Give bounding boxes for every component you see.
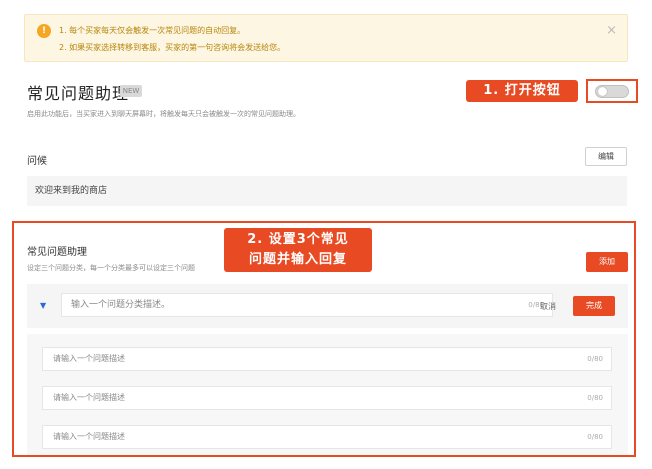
question-input[interactable]: 请输入一个问题描述 0/80 xyxy=(42,425,612,449)
notice-banner: ! 1. 每个买家每天仅会触发一次常见问题的自动回复。 2. 如果买家选择转移到… xyxy=(24,14,628,62)
question-char-count: 0/80 xyxy=(587,394,603,402)
question-input[interactable]: 请输入一个问题描述 0/80 xyxy=(42,386,612,410)
section-title: 常见问题助理 xyxy=(27,84,130,103)
category-row: ▼ 输入一个问题分类描述。 0/80 取消 完成 xyxy=(27,284,628,328)
callout-step-1: 1. 打开按钮 xyxy=(466,80,578,102)
question-char-count: 0/80 xyxy=(587,355,603,363)
questions-area: 请输入一个问题描述 0/80 请输入一个问题描述 0/80 请输入一个问题描述 … xyxy=(27,334,628,455)
category-placeholder: 输入一个问题分类描述。 xyxy=(71,300,171,310)
callout-step-2-line-1: 2. 设置3个常见 xyxy=(247,232,349,247)
callout-step-2-line-2: 问题并输入回复 xyxy=(248,252,347,267)
question-char-count: 0/80 xyxy=(587,433,603,441)
question-input[interactable]: 请输入一个问题描述 0/80 xyxy=(42,347,612,371)
greeting-label: 问候 xyxy=(27,156,47,167)
done-button[interactable]: 完成 xyxy=(573,296,615,316)
notice-line-1: 1. 每个买家每天仅会触发一次常见问题的自动回复。 xyxy=(59,26,246,35)
question-placeholder: 请输入一个问题描述 xyxy=(53,354,125,363)
add-category-button[interactable]: 添加 xyxy=(586,252,628,272)
callout-step-2: 2. 设置3个常见 问题并输入回复 xyxy=(224,228,372,272)
greeting-message: 欢迎来到我的商店 xyxy=(27,176,627,206)
edit-greeting-button[interactable]: 编辑 xyxy=(585,147,627,166)
notice-line-2: 2. 如果买家选择转移到客服，买家的第一句咨询将会发送给您。 xyxy=(59,43,286,52)
question-placeholder: 请输入一个问题描述 xyxy=(53,432,125,441)
new-badge: NEW xyxy=(120,85,142,97)
category-input[interactable]: 输入一个问题分类描述。 0/80 xyxy=(61,293,553,317)
close-icon[interactable]: × xyxy=(606,24,617,37)
caret-down-icon[interactable]: ▼ xyxy=(40,301,46,310)
faq-title: 常见问题助理 xyxy=(27,247,87,258)
faq-toggle-switch[interactable] xyxy=(595,85,629,98)
question-placeholder: 请输入一个问题描述 xyxy=(53,393,125,402)
section-description: 启用此功能后，当买家进入到聊天屏幕时，将触发每天只会被触发一次的常见问题助理。 xyxy=(27,110,300,118)
faq-hint: 设定三个问题分类，每一个分类最多可以设定三个问题 xyxy=(27,264,195,272)
cancel-button[interactable]: 取消 xyxy=(540,301,556,312)
toggle-knob xyxy=(598,87,607,96)
warning-icon: ! xyxy=(37,24,51,38)
toggle-highlight-frame xyxy=(586,79,638,103)
